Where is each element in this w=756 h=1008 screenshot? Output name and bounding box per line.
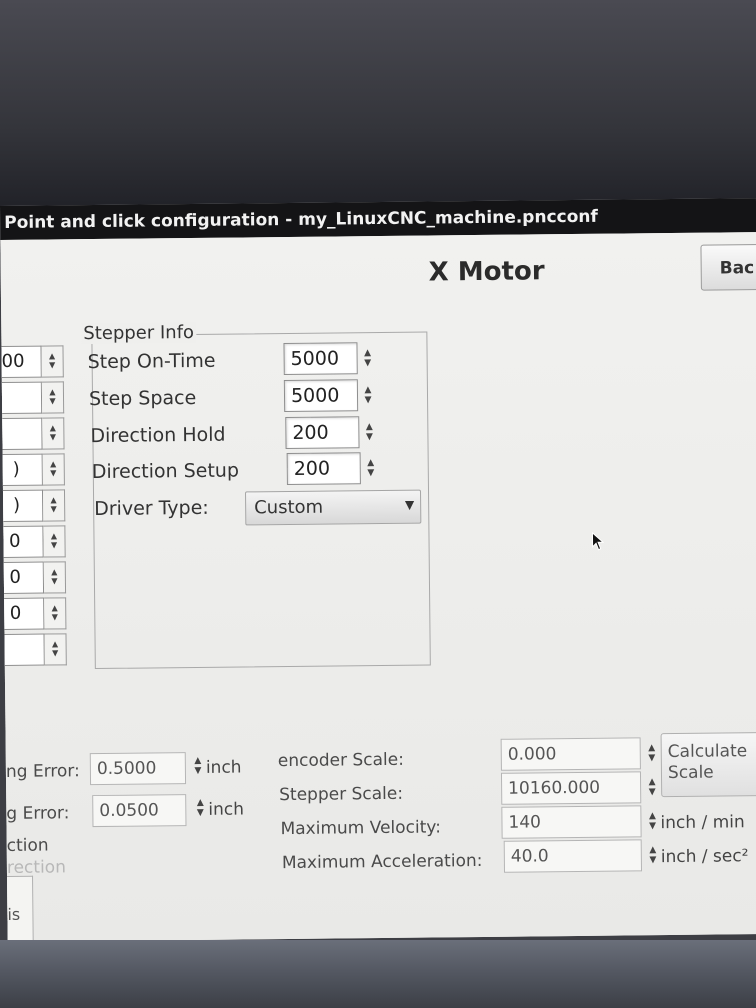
application-window: Point and click configuration - my_Linux… bbox=[0, 198, 756, 948]
encoder-scale-field[interactable]: 0.000 bbox=[500, 737, 641, 771]
page-title: X Motor bbox=[428, 256, 545, 288]
following-error-label: ng Error: bbox=[5, 761, 80, 782]
axis-tab[interactable]: is bbox=[7, 875, 34, 948]
mouse-pointer-icon bbox=[591, 531, 605, 556]
spin-arrows-icon[interactable]: ▲ ▼ bbox=[42, 453, 65, 486]
direction-hold-label: Direction Hold bbox=[90, 423, 226, 448]
following-error-field[interactable]: 0.5000 bbox=[89, 752, 187, 786]
left-field[interactable]: 0 bbox=[4, 597, 45, 630]
monitor-bezel-top bbox=[0, 0, 756, 212]
max-acceleration-field[interactable]: 40.0 bbox=[503, 839, 643, 873]
spin-arrows-icon[interactable]: ▲ ▼ bbox=[362, 385, 374, 409]
back-button[interactable]: Bac bbox=[700, 243, 756, 291]
direction-setup-field[interactable]: 200 bbox=[286, 452, 361, 486]
max-acceleration-unit: inch / sec² bbox=[660, 846, 749, 868]
spin-arrows-icon[interactable]: ▲ ▼ bbox=[194, 798, 206, 822]
spin-arrows-icon[interactable]: ▲ ▼ bbox=[647, 845, 659, 869]
stepper-info-legend: Stepper Info bbox=[81, 321, 197, 345]
direction-setup-label: Direction Setup bbox=[91, 459, 240, 484]
step-space-field[interactable]: 5000 bbox=[283, 379, 359, 413]
direction-hold-field[interactable]: 200 bbox=[285, 416, 360, 450]
left-field[interactable]: ) bbox=[2, 489, 44, 522]
stepper-scale-field[interactable]: 10160.000 bbox=[500, 771, 642, 805]
max-velocity-unit: inch / min bbox=[660, 812, 745, 834]
max-acceleration-label: Maximum Acceleration: bbox=[281, 850, 483, 874]
spin-arrows-icon[interactable]: ▲ ▼ bbox=[362, 348, 374, 372]
calculate-scale-button[interactable]: Calculate Scale bbox=[660, 732, 756, 798]
following-error-label: g Error: bbox=[6, 803, 70, 824]
following-error-unit: inch bbox=[208, 799, 245, 820]
direction-option-label-disabled: rection bbox=[6, 857, 67, 878]
spin-arrows-icon[interactable]: ▲ ▼ bbox=[44, 597, 67, 630]
step-space-label: Step Space bbox=[88, 386, 197, 411]
driver-type-label: Driver Type: bbox=[94, 496, 209, 521]
monitor-bezel-bottom bbox=[0, 940, 756, 1008]
max-velocity-label: Maximum Velocity: bbox=[280, 817, 441, 840]
step-on-time-field[interactable]: 5000 bbox=[283, 342, 358, 376]
spin-arrows-icon[interactable]: ▲ ▼ bbox=[43, 561, 67, 594]
following-error-field[interactable]: 0.0500 bbox=[92, 794, 187, 828]
left-field[interactable]: 0 bbox=[3, 525, 44, 558]
spin-arrows-icon[interactable]: ▲ ▼ bbox=[646, 743, 658, 767]
left-field[interactable]: 0 bbox=[3, 561, 45, 594]
spin-arrows-icon[interactable]: ▲ ▼ bbox=[41, 345, 64, 378]
chevron-down-icon: ▼ bbox=[404, 497, 415, 512]
spin-arrows-icon[interactable]: ▲ ▼ bbox=[192, 756, 204, 780]
left-field[interactable]: ) bbox=[2, 453, 43, 486]
window-title: Point and click configuration - my_Linux… bbox=[4, 206, 598, 233]
spin-arrows-icon[interactable]: ▲ ▼ bbox=[646, 811, 658, 835]
encoder-scale-label: encoder Scale: bbox=[277, 749, 405, 772]
left-field[interactable] bbox=[2, 417, 43, 450]
left-field[interactable] bbox=[4, 633, 45, 666]
driver-type-dropdown[interactable]: Custom ▼ bbox=[245, 489, 422, 526]
spin-arrows-icon[interactable]: ▲ ▼ bbox=[41, 381, 65, 414]
direction-option-label: ction bbox=[6, 835, 49, 856]
spin-arrows-icon[interactable]: ▲ ▼ bbox=[365, 458, 377, 482]
spin-arrows-icon[interactable]: ▲ ▼ bbox=[43, 525, 66, 558]
left-field[interactable]: 00 bbox=[1, 345, 42, 378]
calculate-scale-line2: Scale bbox=[667, 762, 714, 784]
left-field[interactable] bbox=[1, 381, 43, 414]
spin-arrows-icon[interactable]: ▲ ▼ bbox=[42, 489, 66, 522]
spin-arrows-icon[interactable]: ▲ ▼ bbox=[44, 633, 67, 666]
spin-arrows-icon[interactable]: ▲ ▼ bbox=[363, 422, 375, 446]
max-velocity-field[interactable]: 140 bbox=[501, 805, 642, 839]
driver-type-value: Custom bbox=[254, 496, 324, 519]
stepper-scale-label: Stepper Scale: bbox=[279, 783, 404, 806]
axis-tab-label: is bbox=[7, 904, 21, 924]
calculate-scale-line1: Calculate bbox=[667, 741, 748, 763]
motor-config-page: X Motor Bac 00 ▲ ▼ ▲ ▼ ▲ ▼ ) ▲ ▼ ) ▲ ▼ 0 ▲ ▼ 0… bbox=[0, 232, 756, 948]
spin-arrows-icon[interactable]: ▲ ▼ bbox=[42, 417, 65, 450]
following-error-unit: inch bbox=[205, 757, 242, 778]
spin-arrows-icon[interactable]: ▲ ▼ bbox=[646, 777, 658, 801]
step-on-time-label: Step On-Time bbox=[87, 349, 216, 374]
